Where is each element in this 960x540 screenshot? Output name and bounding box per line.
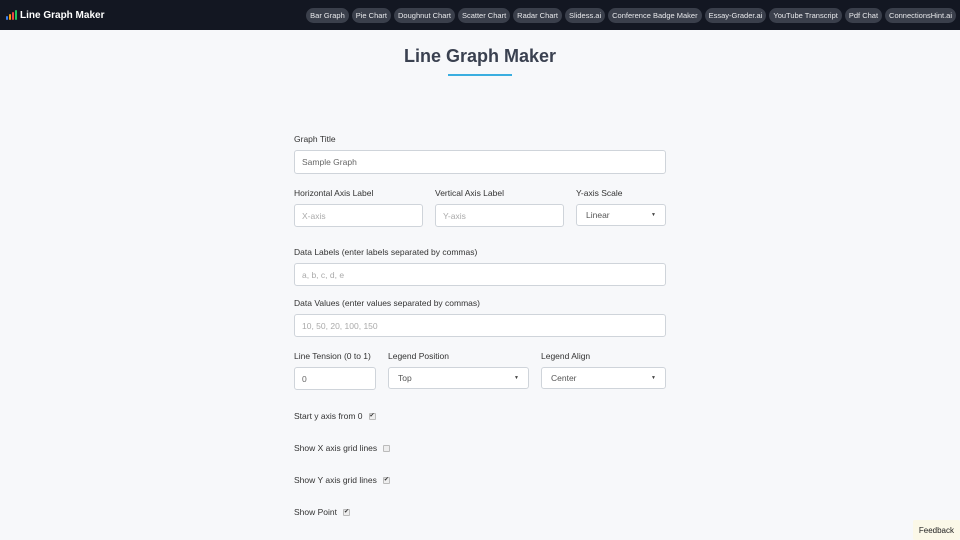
x-axis-label-input[interactable] [294,204,423,227]
top-navbar: Line Graph Maker Bar Graph Pie Chart Dou… [0,0,960,30]
data-labels-label: Data Labels (enter labels separated by c… [294,247,478,257]
nav-link-pdf-chat[interactable]: Pdf Chat [844,7,883,23]
brand[interactable]: Line Graph Maker [6,10,104,21]
legend-position-select[interactable]: Top ▼ [388,367,529,389]
y-scale-label: Y-axis Scale [576,188,623,198]
show-point-row: Show Point ✔ [294,506,666,518]
graph-form: Graph Title Horizontal Axis Label Vertic… [294,134,666,518]
start-y-zero-label: Start y axis from 0 [294,411,363,421]
show-x-grid-row: Show X axis grid lines [294,442,666,454]
y-scale-select[interactable]: Linear ▼ [576,204,666,226]
show-point-label: Show Point [294,507,337,517]
brand-title: Line Graph Maker [20,9,105,21]
line-tension-input[interactable] [294,367,376,390]
show-y-grid-checkbox[interactable]: ✔ [382,476,390,484]
legend-align-label: Legend Align [541,351,591,361]
nav-link-scatter-chart[interactable]: Scatter Chart [457,7,511,23]
legend-position-value: Top [398,373,412,383]
show-y-grid-row: Show Y axis grid lines ✔ [294,474,666,486]
title-underline [448,74,512,76]
nav-link-slidess[interactable]: Slidess.ai [565,7,606,23]
chevron-down-icon: ▼ [514,375,519,381]
legend-position-label: Legend Position [388,351,449,361]
nav-link-bar-graph[interactable]: Bar Graph [306,7,349,23]
nav-link-essay-grader[interactable]: Essay-Grader.ai [704,7,767,23]
chevron-down-icon: ▼ [651,375,656,381]
x-axis-label-label: Horizontal Axis Label [294,188,374,198]
nav-link-conference-badge[interactable]: Conference Badge Maker [608,7,702,23]
nav-links: Bar Graph Pie Chart Doughnut Chart Scatt… [306,7,956,23]
nav-link-radar-chart[interactable]: Radar Chart [513,7,563,23]
line-tension-label: Line Tension (0 to 1) [294,351,371,361]
legend-align-select[interactable]: Center ▼ [541,367,666,389]
nav-link-connectionshint[interactable]: ConnectionsHint.ai [885,7,956,23]
y-axis-label-label: Vertical Axis Label [435,188,504,198]
graph-title-input[interactable] [294,150,666,174]
legend-align-value: Center [551,373,577,383]
start-y-zero-checkbox[interactable]: ✔ [368,412,376,420]
chevron-down-icon: ▼ [651,212,656,218]
feedback-button[interactable]: Feedback [912,520,960,540]
data-values-input[interactable] [294,314,666,337]
start-y-zero-row: Start y axis from 0 ✔ [294,410,666,422]
data-labels-input[interactable] [294,263,666,286]
data-values-label: Data Values (enter values separated by c… [294,298,480,308]
nav-link-youtube-transcript[interactable]: YouTube Transcript [769,7,842,23]
show-x-grid-checkbox[interactable] [383,444,391,452]
show-x-grid-label: Show X axis grid lines [294,443,378,453]
nav-link-doughnut-chart[interactable]: Doughnut Chart [394,7,455,23]
bar-chart-icon [6,10,17,20]
y-scale-value: Linear [586,210,610,220]
show-point-checkbox[interactable]: ✔ [343,508,350,516]
graph-title-label: Graph Title [294,134,336,144]
page-title: Line Graph Maker [403,46,557,66]
nav-link-pie-chart[interactable]: Pie Chart [351,7,392,23]
y-axis-label-input[interactable] [435,204,564,227]
show-y-grid-label: Show Y axis grid lines [294,475,377,485]
